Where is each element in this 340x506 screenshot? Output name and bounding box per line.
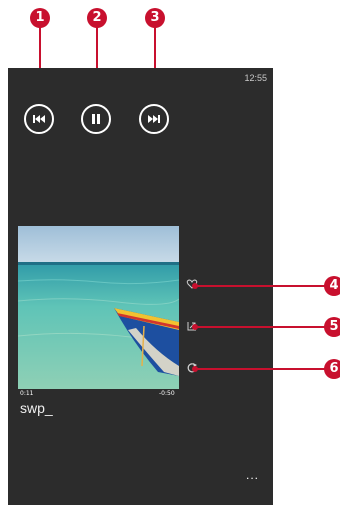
next-track-button[interactable] — [139, 104, 169, 134]
callout-badge-2: 2 — [87, 8, 107, 28]
status-clock: 12:55 — [244, 73, 267, 83]
album-art[interactable] — [18, 226, 179, 389]
album-art-image — [18, 226, 179, 389]
callout-badge-5: 5 — [324, 317, 340, 337]
track-title: swp_ — [20, 400, 53, 416]
next-track-icon — [148, 115, 160, 123]
more-options-button[interactable]: ... — [246, 468, 259, 482]
callout-line-4 — [196, 285, 326, 287]
pause-icon — [92, 114, 100, 124]
callout-badge-1: 1 — [30, 8, 50, 28]
elapsed-time: 0:11 — [20, 390, 34, 397]
pause-button[interactable] — [81, 104, 111, 134]
remaining-time: -0:50 — [159, 390, 175, 397]
previous-track-icon — [33, 115, 45, 123]
previous-track-button[interactable] — [24, 104, 54, 134]
callout-badge-3: 3 — [145, 8, 165, 28]
callout-line-5 — [196, 326, 326, 328]
callout-badge-6: 6 — [324, 359, 340, 379]
callout-line-6 — [196, 368, 326, 370]
callout-badge-4: 4 — [324, 276, 340, 296]
